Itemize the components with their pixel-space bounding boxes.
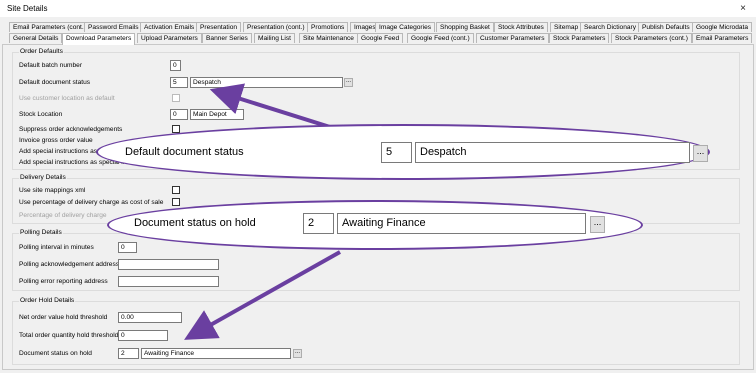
tab-mailing-list[interactable]: Mailing List — [254, 33, 295, 43]
tab-presentation-cont[interactable]: Presentation (cont.) — [243, 22, 309, 32]
zoom-doc-status-label: Default document status — [125, 146, 244, 158]
zoom-doc-status-name: Despatch — [415, 142, 690, 163]
zoom-doc-status-hold-lookup: ... — [590, 216, 605, 233]
tab-publish-defaults[interactable]: Publish Defaults — [638, 22, 694, 32]
zoom-doc-status-hold-code: 2 — [303, 213, 334, 234]
tab-shopping-basket[interactable]: Shopping Basket — [436, 22, 494, 32]
invoice-gross-label: Invoice gross order value — [19, 137, 93, 144]
zoom-doc-status-hold-label: Document status on hold — [134, 217, 256, 229]
doc-status-hold-lookup-button[interactable]: ... — [293, 349, 302, 358]
tab-stock-parameters-cont[interactable]: Stock Parameters (cont.) — [611, 33, 692, 43]
net-value-input[interactable]: 0.00 — [118, 312, 182, 323]
zoom-doc-status-lookup: ... — [693, 145, 708, 162]
group-legend: Order Hold Details — [19, 297, 76, 304]
tab-site-maintenance[interactable]: Site Maintenance — [299, 33, 358, 43]
group-legend: Order Defaults — [19, 48, 64, 55]
polling-error-label: Polling error reporting address — [19, 278, 108, 285]
use-customer-location-label: Use customer location as default — [19, 95, 115, 102]
qty-threshold-input[interactable]: 0 — [118, 330, 168, 341]
tab-google-microdata[interactable]: Google Microdata — [692, 22, 753, 32]
doc-status-hold-code-input[interactable]: 2 — [118, 348, 139, 359]
stock-location-label: Stock Location — [19, 111, 63, 118]
doc-status-hold-label: Document status on hold — [19, 350, 92, 357]
tab-stock-parameters[interactable]: Stock Parameters — [549, 33, 610, 43]
polling-ack-label: Polling acknowledgement address — [19, 261, 120, 268]
tab-sitemap[interactable]: Sitemap — [550, 22, 583, 32]
doc-status-label: Default document status — [19, 79, 91, 86]
window-title: Site Details — [7, 4, 48, 13]
polling-error-input[interactable] — [118, 276, 219, 287]
tab-customer-parameters[interactable]: Customer Parameters — [476, 33, 549, 43]
zoom-doc-status-code: 5 — [381, 142, 412, 163]
pct-charge-label: Percentage of delivery charge — [19, 212, 107, 219]
tab-password-emails[interactable]: Password Emails — [84, 22, 143, 32]
site-mappings-checkbox[interactable] — [172, 186, 180, 194]
default-batch-input[interactable]: 0 — [170, 60, 181, 71]
tab-banner-series[interactable]: Banner Series — [202, 33, 252, 43]
suppress-ack-label: Suppress order acknowledgements — [19, 126, 123, 133]
pct-cost-checkbox[interactable] — [172, 198, 180, 206]
tab-email-parameters-cont[interactable]: Email Parameters (cont.) — [9, 22, 90, 32]
tab-upload-parameters[interactable]: Upload Parameters — [137, 33, 202, 43]
group-legend: Polling Details — [19, 229, 63, 236]
tab-email-parameters[interactable]: Email Parameters — [692, 33, 753, 43]
doc-status-hold-name-input: Awaiting Finance — [141, 348, 291, 359]
pct-cost-label: Use percentage of delivery charge as cos… — [19, 199, 164, 206]
zoom-callout-doc-status: Default document status 5 Despatch ... — [96, 124, 710, 180]
tab-general-details[interactable]: General Details — [9, 33, 63, 43]
doc-status-name-input: Despatch — [190, 77, 343, 88]
polling-ack-input[interactable] — [118, 259, 219, 270]
polling-interval-input[interactable]: 0 — [118, 242, 137, 253]
default-batch-label: Default batch number — [19, 62, 83, 69]
tab-download-parameters[interactable]: Download Parameters — [62, 33, 136, 45]
stock-location-name-input: Main Depot — [190, 109, 244, 120]
use-customer-location-checkbox[interactable] — [172, 94, 180, 102]
tab-stock-attributes[interactable]: Stock Attributes — [494, 22, 548, 32]
tab-search-dictionary[interactable]: Search Dictionary — [580, 22, 641, 32]
group-legend: Delivery Details — [19, 174, 67, 181]
site-mappings-label: Use site mappings xml — [19, 187, 86, 194]
tab-promotions[interactable]: Promotions — [307, 22, 349, 32]
net-value-label: Net order value hold threshold — [19, 314, 108, 321]
tab-presentation[interactable]: Presentation — [196, 22, 242, 32]
zoom-doc-status-hold-name: Awaiting Finance — [337, 213, 586, 234]
tab-google-feed-cont[interactable]: Google Feed (cont.) — [407, 33, 474, 43]
close-icon[interactable]: × — [730, 0, 756, 17]
doc-status-lookup-button[interactable]: ... — [344, 78, 353, 87]
polling-interval-label: Polling interval in minutes — [19, 244, 94, 251]
zoom-callout-doc-status-hold: Document status on hold 2 Awaiting Finan… — [107, 200, 643, 250]
title-bar: Site Details × — [0, 0, 756, 17]
tab-google-feed[interactable]: Google Feed — [357, 33, 404, 43]
qty-threshold-label: Total order quantity hold threshold — [19, 332, 119, 339]
group-order-hold: Order Hold Details Net order value hold … — [12, 297, 740, 365]
doc-status-code-input[interactable]: 5 — [170, 77, 188, 88]
tab-activation-emails[interactable]: Activation Emails — [140, 22, 199, 32]
stock-location-code-input[interactable]: 0 — [170, 109, 188, 120]
tab-image-categories[interactable]: Image Categories — [375, 22, 436, 32]
